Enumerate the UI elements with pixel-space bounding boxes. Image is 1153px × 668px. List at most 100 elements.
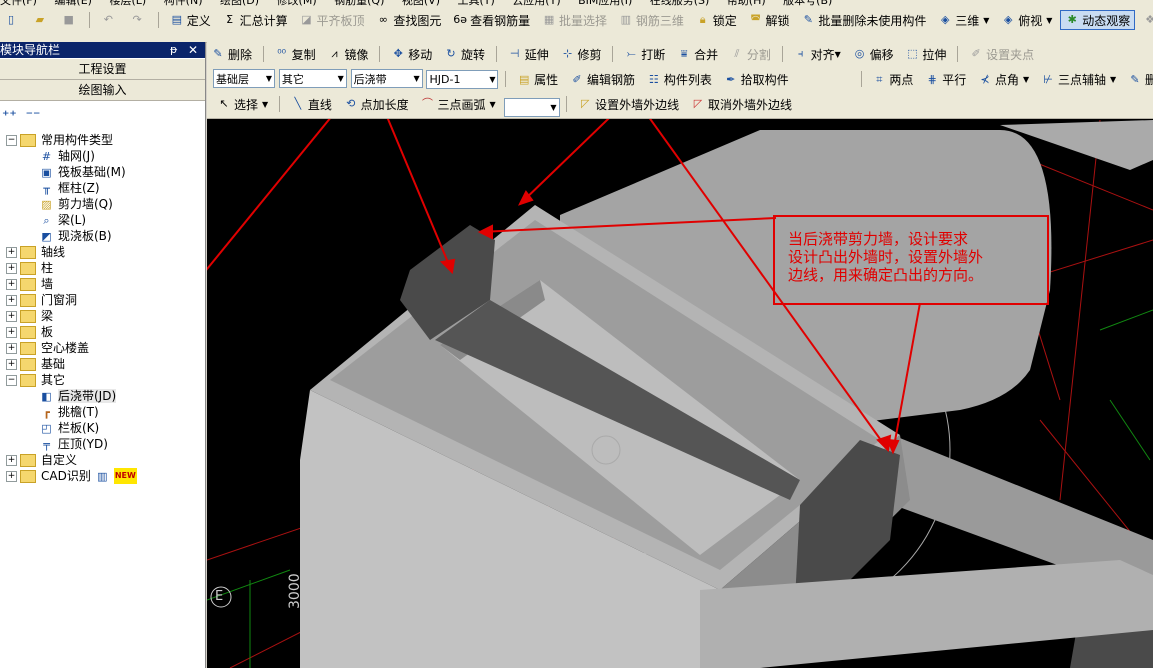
set-outer-edge-button[interactable]: ◸ 设置外墙外边线 (574, 94, 683, 114)
batch-select-button[interactable]: ▦ 批量选择 (538, 10, 611, 30)
trim-button[interactable]: ⊹ 修剪 (557, 44, 606, 64)
rebar-3d-button[interactable]: ▥ 钢筋三维 (615, 10, 688, 30)
expand-icon[interactable]: + (6, 311, 17, 322)
expand-icon[interactable]: + (6, 295, 17, 306)
line-button[interactable]: ╲ 直线 (287, 94, 336, 114)
save-button[interactable]: ■ (58, 10, 83, 30)
collapse-all-icon[interactable]: ⁻⁻ (26, 108, 41, 124)
expand-icon[interactable]: + (6, 279, 17, 290)
expand-icon[interactable]: + (6, 343, 17, 354)
align-slab-top-button[interactable]: ◪ 平齐板顶 (295, 10, 368, 30)
tree-node-axis[interactable]: + 轴线 (6, 244, 65, 260)
delete-button[interactable]: ✎ 删除 (207, 44, 256, 64)
lock-button[interactable]: 🔒︎ 锁定 (692, 10, 741, 30)
expand-icon[interactable]: + (6, 359, 17, 370)
menu-floor[interactable]: 楼层(L) (109, 0, 146, 6)
menu-cloud[interactable]: 云应用(Y) (512, 0, 560, 6)
define-button[interactable]: ▤ 定义 (166, 10, 215, 30)
element-name-select[interactable]: HJD-1 ▼ (426, 69, 499, 89)
menu-file[interactable]: 文件(F) (0, 0, 37, 6)
tree-item-beam[interactable]: ⌕ 梁(L) (40, 212, 86, 228)
arc-option-select[interactable]: ▼ (503, 97, 560, 117)
tree-item-parapet[interactable]: ◰ 栏板(K) (40, 420, 99, 436)
tree-item-eave[interactable]: ┏ 挑檐(T) (40, 404, 99, 420)
pin-icon[interactable]: ᵽ (170, 42, 177, 58)
cancel-outer-edge-button[interactable]: ◸ 取消外墙外边线 (687, 94, 796, 114)
menu-tools[interactable]: 工具(T) (458, 0, 495, 6)
menu-online[interactable]: 在线服务(S) (650, 0, 710, 6)
expand-icon[interactable]: + (6, 327, 17, 338)
undo-button[interactable]: ↶ (97, 10, 122, 30)
offset-button[interactable]: ◎ 偏移 (849, 44, 898, 64)
tree-item-coping[interactable]: ╤ 压顶(YD) (40, 436, 108, 452)
menu-element[interactable]: 构件(N) (164, 0, 203, 6)
tree-node-foundation[interactable]: + 基础 (6, 356, 65, 372)
menu-version[interactable]: 版本号(B) (783, 0, 832, 6)
redo-button[interactable]: ↷ (126, 10, 151, 30)
tree-item-raft-foundation[interactable]: ▣ 筏板基础(M) (40, 164, 125, 180)
floor-select[interactable]: 基础层 ▼ (213, 69, 275, 88)
open-file-button[interactable]: ▰ (29, 10, 54, 30)
3d-viewport[interactable]: E 3000 (207, 119, 1153, 668)
find-element-button[interactable]: ∞ 查找图元 (372, 10, 445, 30)
tree-node-custom[interactable]: + 自定义 (6, 452, 77, 468)
pick-element-button[interactable]: ✒ 拾取构件 (720, 70, 793, 90)
mirror-button[interactable]: ⩘ 镜像 (324, 44, 373, 64)
edit-rebar-button[interactable]: ✐ 编辑钢筋 (566, 70, 639, 90)
menu-edit[interactable]: 编辑(E) (54, 0, 92, 6)
move-button[interactable]: ✥ 移动 (387, 44, 436, 64)
copy-button[interactable]: ⁰⁰ 复制 (271, 44, 320, 64)
property-button[interactable]: ▤ 属性 (513, 70, 562, 90)
project-settings-button[interactable]: 工程设置 (0, 59, 205, 80)
collapse-icon[interactable]: − (6, 375, 17, 386)
tree-node-column[interactable]: + 柱 (6, 260, 53, 276)
menu-view[interactable]: 视图(V) (402, 0, 440, 6)
delete-axis-button[interactable]: ✎ 删除 (1124, 70, 1153, 90)
three-point-arc-button[interactable]: ⌒ 三点画弧 ▼ (417, 94, 500, 114)
tree-node-common[interactable]: − 常用构件类型 (6, 132, 113, 148)
local-button[interactable]: ❖局部 (1139, 10, 1153, 30)
tree-node-wall[interactable]: + 墙 (6, 276, 53, 292)
two-points-button[interactable]: ⌗ 两点 (868, 70, 917, 90)
dynamic-observe-button[interactable]: ✱ 动态观察 (1060, 10, 1136, 30)
tree-node-other[interactable]: − 其它 (6, 372, 65, 388)
tree-node-hollow-floor[interactable]: + 空心楼盖 (6, 340, 89, 356)
expand-icon[interactable]: + (6, 455, 17, 466)
batch-delete-unused-button[interactable]: ✎ 批量删除未使用构件 (797, 10, 930, 30)
new-file-button[interactable]: ▯ (0, 10, 25, 30)
view-3d-button[interactable]: ◈ 三维 ▼ (934, 10, 993, 30)
close-icon[interactable]: ✕ (188, 42, 198, 58)
break-button[interactable]: ⤚ 打断 (620, 44, 669, 64)
point-add-length-button[interactable]: ⟲ 点加长度 (340, 94, 413, 114)
element-list-button[interactable]: ☷ 构件列表 (643, 70, 716, 90)
element-type-select[interactable]: 后浇带 ▼ (350, 69, 423, 88)
three-point-axis-button[interactable]: ⊬ 三点辅轴 ▼ (1037, 70, 1120, 90)
expand-icon[interactable]: + (6, 263, 17, 274)
tree-node-beam[interactable]: + 梁 (6, 308, 53, 324)
merge-button[interactable]: ⩸ 合并 (673, 44, 722, 64)
tree-item-frame-column[interactable]: ╥ 框柱(Z) (40, 180, 99, 196)
expand-icon[interactable]: + (6, 247, 17, 258)
drawing-input-button[interactable]: 绘图输入 (0, 80, 205, 101)
collapse-icon[interactable]: − (6, 135, 17, 146)
summary-button[interactable]: Σ 汇总计算 (219, 10, 292, 30)
menu-bim[interactable]: BIM应用(I) (578, 0, 632, 6)
view-rebar-button[interactable]: 6ə 查看钢筋量 (449, 10, 534, 30)
unlock-button[interactable]: ◚ 解锁 (745, 10, 794, 30)
extend-button[interactable]: ⊣ 延伸 (504, 44, 553, 64)
menu-modify[interactable]: 修改(M) (277, 0, 317, 6)
tree-item-grid[interactable]: # 轴网(J) (40, 148, 95, 164)
parallel-button[interactable]: ⋕ 平行 (921, 70, 970, 90)
split-button[interactable]: ⫽ 分割 (726, 44, 775, 64)
tree-item-shear-wall[interactable]: ▨ 剪力墙(Q) (40, 196, 113, 212)
tree-node-cad[interactable]: + CAD识别 ▥ NEW (6, 468, 137, 484)
top-view-button[interactable]: ◈ 俯视 ▼ (997, 10, 1056, 30)
expand-all-icon[interactable]: ⁺⁺ (2, 108, 17, 124)
rotate-button[interactable]: ↻ 旋转 (440, 44, 489, 64)
tree-node-door-window[interactable]: + 门窗洞 (6, 292, 77, 308)
menu-help[interactable]: 帮助(H) (727, 0, 766, 6)
stretch-button[interactable]: ⬚ 拉伸 (901, 44, 950, 64)
menu-draw[interactable]: 绘图(D) (220, 0, 259, 6)
align-button[interactable]: ⫞ 对齐 ▼ (790, 44, 845, 64)
point-angle-button[interactable]: ⊀ 点角 ▼ (974, 70, 1033, 90)
